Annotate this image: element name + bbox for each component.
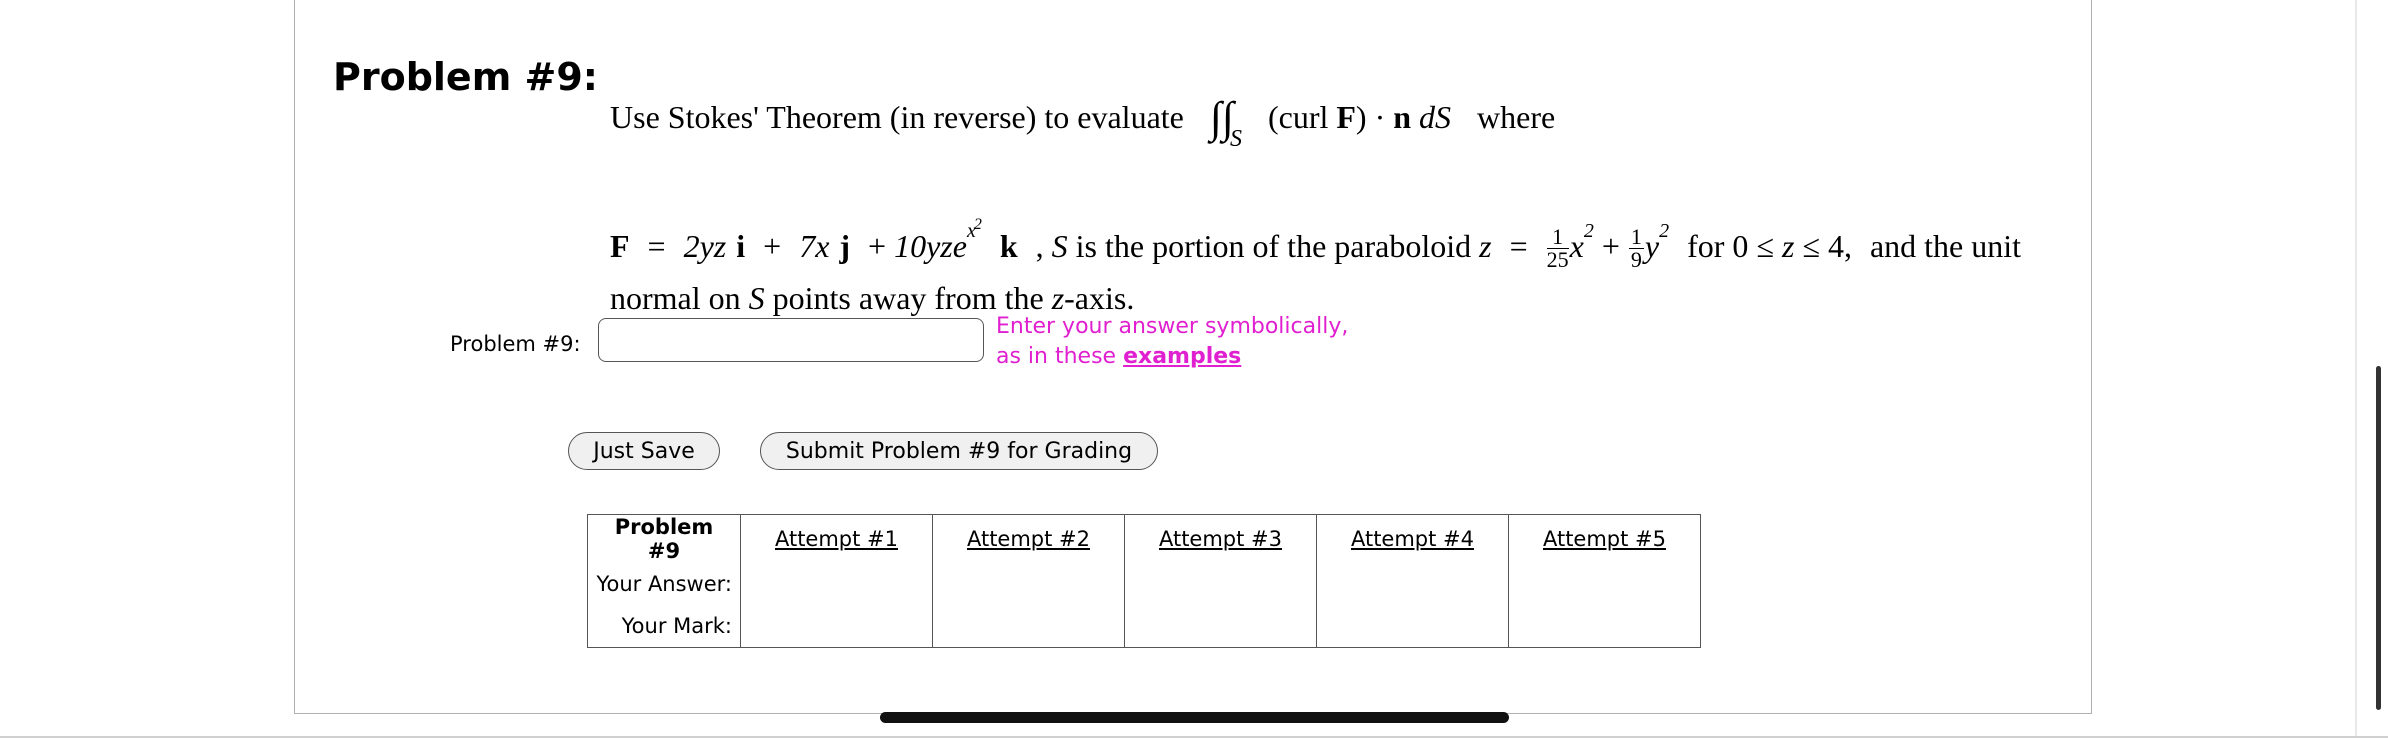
row-label-your-mark: Your Mark: [587,605,741,648]
horizontal-scrollbar[interactable] [880,712,1509,723]
integral-subscript: S [1229,126,1242,152]
mark-cell-1 [740,605,933,648]
vertical-scrollbar[interactable] [2376,366,2381,710]
answer-cell-3 [1124,563,1317,605]
answer-input[interactable] [598,318,984,362]
mark-cell-3 [1124,605,1317,648]
answer-cell-5 [1508,563,1701,605]
attempt-5-link[interactable]: Attempt #5 [1543,527,1666,551]
fraction-1-9: 19 [1628,224,1644,272]
attempt-4-link[interactable]: Attempt #4 [1351,527,1474,551]
examples-link[interactable]: examples [1123,344,1241,369]
attempt-2-link[interactable]: Attempt #2 [967,527,1090,551]
table-corner-label: Problem #9 [587,514,741,563]
statement-line-1: Use Stokes' Theorem (in reverse) to eval… [610,93,1556,152]
answer-cell-4 [1316,563,1509,605]
fraction-1-25: 1 25 [1546,224,1569,272]
problem-statement: Use Stokes' Theorem (in reverse) to eval… [610,92,2080,323]
answer-cell-1 [740,563,933,605]
mark-cell-5 [1508,605,1701,648]
attempt-3-link[interactable]: Attempt #3 [1159,527,1282,551]
answer-label: Problem #9: [450,332,581,356]
attempts-table: Problem #9 Attempt #1 Attempt #2 Attempt… [587,514,1701,648]
table-row: Your Mark: [587,605,1701,648]
attempt-1-link[interactable]: Attempt #1 [775,527,898,551]
answer-cell-2 [932,563,1125,605]
statement-line-2: F = 2yz i + 7x j + 10yzex2 k , S is the po… [610,216,2022,272]
problem-heading: Problem #9: [333,55,598,99]
table-row: Your Answer: [587,563,1701,605]
table-header-row: Problem #9 Attempt #1 Attempt #2 Attempt… [587,514,1701,563]
submit-button[interactable]: Submit Problem #9 for Grading [760,432,1158,470]
answer-hint: Enter your answer symbolically, as in th… [996,314,1349,369]
just-save-button[interactable]: Just Save [568,432,720,470]
vertical-scroll-track [2355,0,2357,738]
mark-cell-2 [932,605,1125,648]
row-label-your-answer: Your Answer: [587,563,741,605]
mark-cell-4 [1316,605,1509,648]
